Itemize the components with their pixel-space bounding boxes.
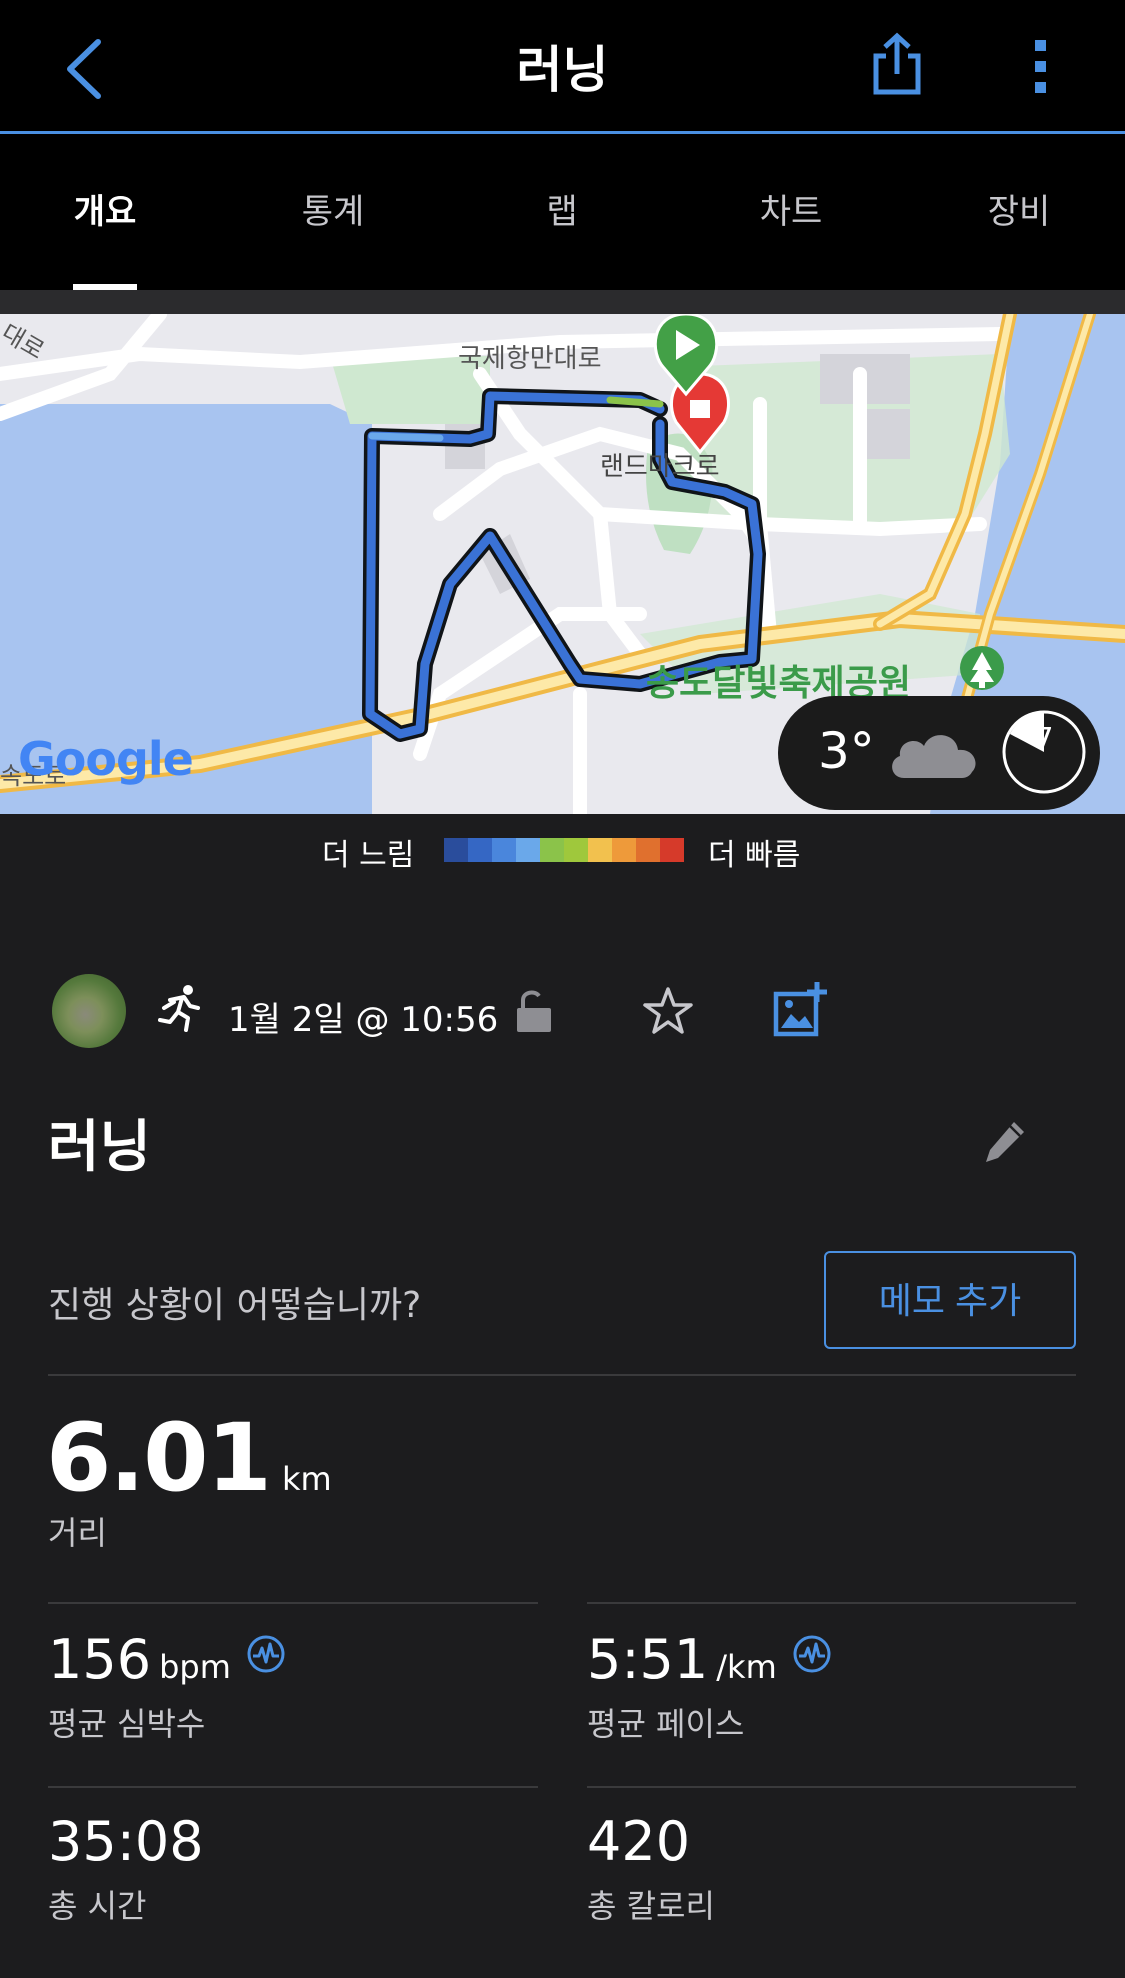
calories-stat: 420 총 칼로리 — [587, 1810, 715, 1927]
pace-color-swatch — [468, 838, 492, 862]
tab-charts[interactable]: 차트 — [711, 184, 871, 233]
top-bar: 러닝 — [0, 0, 1125, 134]
weather-badge: 3° 7 — [778, 696, 1100, 810]
distance-value: 6.01 — [46, 1404, 272, 1513]
calories-label: 총 칼로리 — [587, 1887, 715, 1925]
pace-color-swatch — [660, 838, 684, 862]
tab-laps[interactable]: 랩 — [482, 184, 642, 233]
pace-color-scale — [444, 838, 684, 862]
pace-color-swatch — [444, 838, 468, 862]
more-vertical-icon[interactable] — [1020, 36, 1062, 98]
pace-legend: 더 느림 더 빠름 — [0, 814, 1125, 878]
avg-heart-rate-unit: bpm — [159, 1648, 231, 1686]
pace-color-swatch — [564, 838, 588, 862]
distance-unit: km — [281, 1460, 332, 1498]
tab-gear[interactable]: 장비 — [939, 184, 1099, 233]
avg-heart-rate-stat: 156 bpm 평균 심박수 — [48, 1628, 286, 1745]
star-icon[interactable] — [642, 986, 694, 1036]
activity-meta-row: 1월 2일 @ 10:56 — [0, 974, 1125, 1050]
distance-stat: 6.01 km — [46, 1404, 332, 1513]
activity-title: 러닝 — [48, 1115, 152, 1180]
pace-color-swatch — [540, 838, 564, 862]
unlock-icon[interactable] — [515, 988, 553, 1034]
share-icon[interactable] — [868, 32, 926, 98]
avatar[interactable] — [52, 974, 126, 1048]
add-memo-button[interactable]: 메모 추가 — [824, 1251, 1076, 1349]
divider — [48, 1786, 538, 1788]
divider — [0, 290, 1125, 314]
avg-pace-label: 평균 페이스 — [587, 1705, 745, 1743]
temperature: 3° — [818, 722, 875, 780]
total-time-label: 총 시간 — [48, 1887, 147, 1925]
tab-stats[interactable]: 통계 — [253, 184, 413, 233]
map-label-road: 랜드마크로 — [600, 452, 720, 482]
pencil-icon[interactable] — [986, 1120, 1026, 1162]
pace-color-swatch — [612, 838, 636, 862]
cloud-icon — [892, 735, 976, 778]
avg-heart-rate-value: 156 — [48, 1628, 152, 1691]
divider — [48, 1602, 538, 1604]
pace-color-swatch — [588, 838, 612, 862]
divider — [48, 1374, 1076, 1376]
google-logo: Google — [18, 732, 194, 786]
total-time-stat: 35:08 총 시간 — [48, 1810, 204, 1927]
avg-pace-unit: /km — [716, 1648, 777, 1686]
legend-slower-label: 더 느림 — [322, 838, 415, 873]
calories-value: 420 — [587, 1810, 691, 1873]
progress-prompt: 진행 상황이 어떻습니까? — [48, 1285, 422, 1326]
pace-sensor-icon — [793, 1635, 831, 1673]
divider — [587, 1786, 1076, 1788]
divider — [587, 1602, 1076, 1604]
tab-overview[interactable]: 개요 — [25, 184, 185, 233]
legend-faster-label: 더 빠름 — [708, 838, 801, 873]
avg-pace-stat: 5:51/km 평균 페이스 — [587, 1628, 832, 1745]
total-time-value: 35:08 — [48, 1810, 204, 1873]
page-title: 러닝 — [516, 41, 609, 99]
running-icon — [158, 985, 200, 1032]
distance-label: 거리 — [48, 1514, 107, 1552]
avg-heart-rate-label: 평균 심박수 — [48, 1705, 206, 1743]
avg-pace-value: 5:51 — [587, 1628, 709, 1691]
pace-color-swatch — [636, 838, 660, 862]
pace-color-swatch — [516, 838, 540, 862]
tab-bar: 개요 통계 랩 차트 장비 — [0, 134, 1125, 290]
map-label-road: 국제항만대로 — [458, 344, 602, 374]
heart-rate-sensor-icon — [247, 1635, 285, 1673]
pace-color-swatch — [492, 838, 516, 862]
uv-index-value: 7 — [1034, 722, 1054, 757]
add-photo-icon[interactable] — [773, 982, 827, 1038]
activity-datetime: 1월 2일 @ 10:56 — [228, 1000, 499, 1040]
